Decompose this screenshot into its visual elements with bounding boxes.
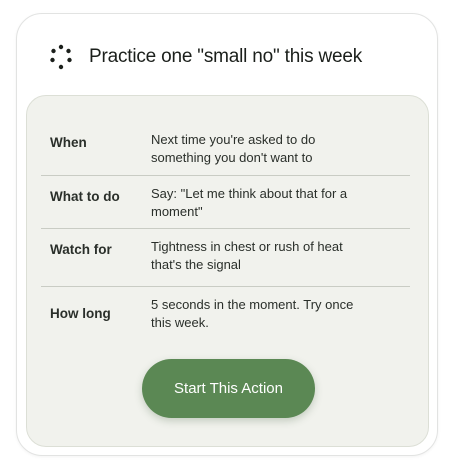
card-title: Practice one "small no" this week xyxy=(89,46,363,67)
detail-value: Next time you're asked to do something y… xyxy=(151,132,316,165)
action-card: Practice one "small no" this week When N… xyxy=(16,13,438,456)
details-panel: When Next time you're asked to do someth… xyxy=(26,95,429,447)
detail-row-what-to-do: What to do Say: "Let me think about that… xyxy=(41,176,410,229)
detail-row-watch-for: Watch for Tightness in chest or rush of … xyxy=(41,229,410,287)
details-list: When Next time you're asked to do someth… xyxy=(41,122,410,343)
start-action-button[interactable]: Start This Action xyxy=(142,359,315,418)
loading-dots-icon xyxy=(50,44,72,70)
detail-label: What to do xyxy=(50,189,120,204)
detail-row-when: When Next time you're asked to do someth… xyxy=(41,122,410,176)
card-header: Practice one "small no" this week xyxy=(47,40,362,74)
detail-label: How long xyxy=(50,306,111,321)
detail-row-how-long: How long 5 seconds in the moment. Try on… xyxy=(41,287,410,343)
detail-value: 5 seconds in the moment. Try once this w… xyxy=(151,297,354,330)
detail-label: When xyxy=(50,135,87,150)
detail-label: Watch for xyxy=(50,242,112,257)
detail-value: Say: "Let me think about that for a mome… xyxy=(151,186,348,219)
detail-value: Tightness in chest or rush of heat that'… xyxy=(151,239,343,272)
